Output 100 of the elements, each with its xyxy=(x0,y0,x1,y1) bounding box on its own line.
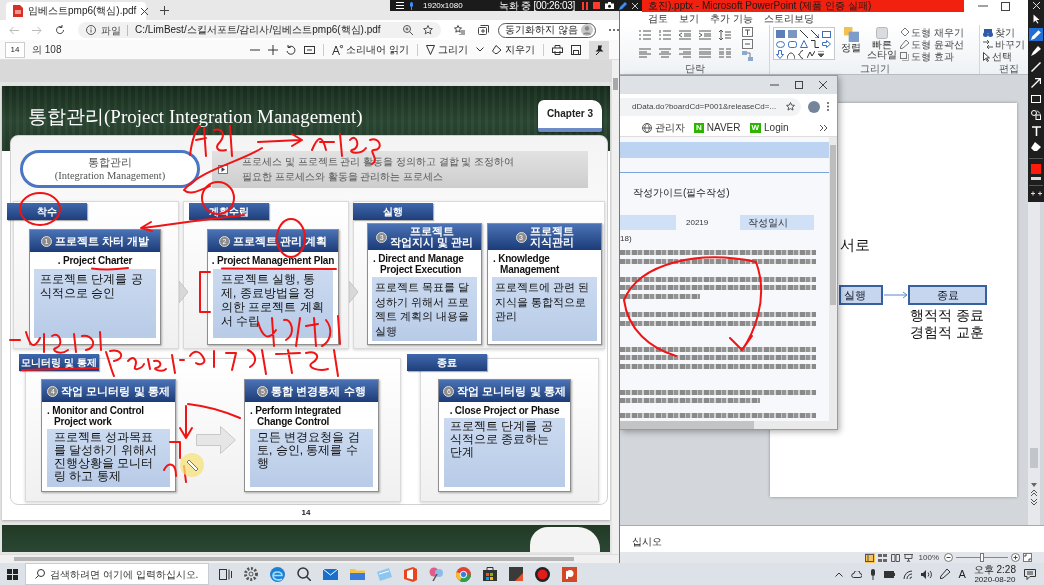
previous-slide-icon[interactable] xyxy=(1031,490,1037,496)
zoom-percentage[interactable]: 100% xyxy=(918,553,939,562)
notification-icon[interactable] xyxy=(1024,568,1036,580)
camera-icon[interactable] xyxy=(605,2,614,9)
bookmark-link[interactable]: 관리자 xyxy=(642,120,685,135)
oval-shape-icon[interactable] xyxy=(776,40,785,48)
elbow-connector-icon[interactable] xyxy=(811,40,819,48)
windows-logo-icon[interactable] xyxy=(7,568,18,580)
browser-tab[interactable]: 임베스트pmp6(핵심).pdf xyxy=(6,2,146,20)
chevron-up-icon[interactable] xyxy=(835,571,844,577)
ribbon-command[interactable]: 바꾸기 xyxy=(983,39,1025,50)
slides-app-icon[interactable] xyxy=(562,566,577,582)
read-aloud-button[interactable]: 소리내어 읽기 xyxy=(332,42,409,57)
draw-button[interactable]: 그리기 xyxy=(426,42,468,57)
shopping-bag-icon[interactable] xyxy=(483,567,497,581)
balloons-icon[interactable] xyxy=(429,567,444,581)
maximize-icon[interactable] xyxy=(795,81,803,89)
bookmark-link[interactable]: W Login xyxy=(749,122,789,133)
search-field[interactable]: 검색하려면 여기에 입력하십시오. xyxy=(25,563,209,585)
expand-icon[interactable] xyxy=(1030,191,1042,196)
ink-tool-button[interactable] xyxy=(1029,108,1043,121)
wifi-icon[interactable] xyxy=(903,569,914,579)
vertical-scrollbar[interactable] xyxy=(829,137,837,421)
microphone-icon[interactable] xyxy=(870,568,877,580)
view-button[interactable] xyxy=(877,552,888,563)
arrange-button[interactable]: 정렬 xyxy=(838,27,864,63)
brace-shape-icon[interactable] xyxy=(798,50,804,59)
arrow-line-shape-icon[interactable] xyxy=(811,30,819,38)
cloud-icon[interactable] xyxy=(851,570,863,578)
zoom-out-icon[interactable] xyxy=(944,553,953,562)
corner-tile-icon[interactable] xyxy=(509,567,523,581)
close-icon[interactable] xyxy=(819,81,827,89)
microphone-icon[interactable] xyxy=(409,1,414,10)
pen-icon[interactable] xyxy=(940,569,951,579)
record-icon[interactable] xyxy=(535,566,550,582)
view-button[interactable] xyxy=(864,552,875,563)
rounded-rectangle-shape-icon[interactable] xyxy=(788,40,797,48)
ribbon-tab[interactable]: 추가 기능 xyxy=(710,12,753,25)
maximize-icon[interactable] xyxy=(1001,1,1010,11)
erase-button[interactable]: 지우기 xyxy=(492,42,535,57)
freeform-shape-icon[interactable] xyxy=(807,50,815,59)
zoom-slider[interactable] xyxy=(956,553,1008,562)
ink-tool-button[interactable] xyxy=(1029,124,1043,137)
ribbon-tab[interactable]: 검토 xyxy=(648,12,668,25)
decrease-indent-icon[interactable] xyxy=(679,30,691,40)
input-mode-indicator[interactable]: A xyxy=(958,568,966,580)
ribbon-command[interactable]: 찾기 xyxy=(983,27,1025,38)
star-icon[interactable] xyxy=(786,102,795,111)
star-icon[interactable] xyxy=(423,25,434,35)
ink-tool-button[interactable] xyxy=(1029,140,1043,153)
app-tile-icon[interactable] xyxy=(404,566,417,582)
ribbon-tab[interactable]: 보기 xyxy=(679,12,699,25)
rotate-icon[interactable] xyxy=(286,44,297,55)
increase-indent-icon[interactable] xyxy=(699,30,711,40)
slider-thumb[interactable] xyxy=(980,553,984,562)
ribbon-tab[interactable]: 스토리보딩 xyxy=(763,12,814,25)
block-arrow-icon[interactable] xyxy=(822,40,831,48)
zoom-icon[interactable] xyxy=(403,25,414,35)
avatar-icon[interactable] xyxy=(808,100,820,113)
gear-icon[interactable] xyxy=(244,567,258,581)
battery-icon[interactable] xyxy=(884,570,896,578)
ink-tool-button[interactable] xyxy=(1029,44,1043,57)
folder-icon[interactable] xyxy=(350,568,365,580)
pin-button[interactable] xyxy=(589,40,609,59)
fit-page-icon[interactable] xyxy=(304,45,316,54)
print-icon[interactable] xyxy=(552,44,563,55)
zoom-in-icon[interactable] xyxy=(268,44,279,55)
view-button[interactable] xyxy=(890,552,901,563)
magnifier-icon[interactable] xyxy=(297,567,311,581)
scroll-thumb[interactable] xyxy=(1030,448,1038,468)
horizontal-scrollbar[interactable] xyxy=(0,554,619,563)
page-number-field[interactable]: 14 xyxy=(5,41,25,58)
round-app-icon[interactable] xyxy=(456,566,471,582)
align-text-icon[interactable] xyxy=(742,39,753,49)
ink-tool-button[interactable] xyxy=(1029,60,1043,73)
zoom-in-icon[interactable] xyxy=(1011,553,1020,562)
ribbon-command[interactable]: 도형 채우기 xyxy=(900,27,964,38)
speaker-icon[interactable] xyxy=(921,569,933,579)
envelope-icon[interactable] xyxy=(323,568,338,580)
refresh-icon[interactable] xyxy=(55,25,65,35)
pause-icon[interactable] xyxy=(582,1,588,10)
chevron-down-icon[interactable] xyxy=(476,47,484,52)
ribbon-command[interactable]: 도형 효과 xyxy=(900,51,964,62)
address-field[interactable]: dData.do?boardCd=P001&releaseCd=... xyxy=(620,97,801,116)
ink-tool-button[interactable] xyxy=(1029,76,1043,89)
task-view-icon[interactable] xyxy=(219,568,232,580)
bookmark-link[interactable]: N NAVER xyxy=(694,122,741,133)
view-button[interactable] xyxy=(903,552,914,563)
new-tab-icon[interactable] xyxy=(160,5,169,15)
scroll-down-icon[interactable] xyxy=(1031,483,1037,487)
line-spacing-icon[interactable] xyxy=(719,30,731,40)
rectangle-shape-icon[interactable] xyxy=(822,30,831,38)
clock-time[interactable]: 오후 2:28 xyxy=(973,563,1016,575)
vertical-scrollbar[interactable] xyxy=(1028,202,1040,525)
gallery-more-icon[interactable] xyxy=(818,50,824,59)
next-slide-icon[interactable] xyxy=(1031,499,1037,505)
close-icon[interactable] xyxy=(141,7,149,15)
collections-icon[interactable] xyxy=(478,25,490,35)
horizontal-scrollbar[interactable] xyxy=(620,421,837,429)
clock-date[interactable]: 2020-08-20 xyxy=(974,574,1016,585)
